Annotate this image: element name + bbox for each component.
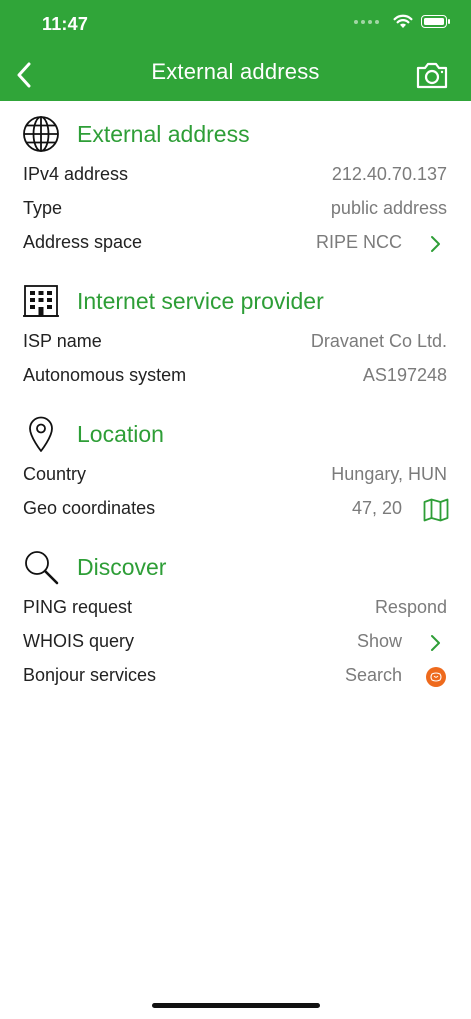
status-icons (354, 14, 450, 29)
row-value: AS197248 (362, 365, 447, 385)
row-type: Type public address (0, 192, 471, 226)
section-location: Location (0, 401, 471, 458)
details-list: External address IPv4 address 212.40.70.… (0, 101, 471, 693)
row-value: public address (330, 198, 447, 218)
row-bonjour-services[interactable]: Bonjour services Search (0, 659, 471, 693)
wifi-icon (393, 14, 413, 28)
building-icon (22, 282, 60, 320)
row-label: Type (23, 198, 63, 218)
row-address-space[interactable]: Address space RIPE NCC (0, 226, 471, 260)
row-value: Search (344, 665, 402, 685)
camera-icon (416, 62, 448, 89)
row-label: IPv4 address (23, 164, 129, 184)
bonjour-icon[interactable] (423, 664, 449, 690)
row-autonomous-system: Autonomous system AS197248 (0, 359, 471, 393)
battery-icon (421, 15, 450, 28)
chevron-right-icon (423, 630, 449, 656)
status-time: 11:47 (42, 14, 89, 34)
row-value: RIPE NCC (315, 232, 402, 252)
map-pin-icon (22, 415, 60, 453)
section-internet-service-provider: Internet service provider (0, 268, 471, 325)
globe-icon (22, 115, 60, 153)
section-title: External address (77, 121, 250, 147)
row-geo-coordinates[interactable]: Geo coordinates 47, 20 (0, 492, 471, 526)
camera-button[interactable] (415, 60, 449, 90)
chevron-right-icon (423, 231, 449, 257)
home-indicator[interactable] (152, 1003, 320, 1008)
navigation-bar: 11:47 External address (0, 0, 471, 101)
section-discover: Discover (0, 534, 471, 591)
section-title: Discover (77, 554, 167, 580)
row-label: Country (23, 464, 87, 484)
row-ping-request: PING request Respond (0, 591, 471, 625)
row-ipv4-address: IPv4 address 212.40.70.137 (0, 158, 471, 192)
row-label: Address space (23, 232, 143, 252)
row-label: ISP name (23, 331, 102, 351)
magnifier-icon (22, 548, 60, 586)
section-title: Internet service provider (77, 288, 324, 314)
cellular-signal-icon (354, 19, 379, 24)
page-title: External address (151, 59, 320, 84)
row-isp-name: ISP name Dravanet Co Ltd. (0, 325, 471, 359)
row-label: PING request (23, 597, 133, 617)
row-value: Respond (374, 597, 447, 617)
section-title: Location (77, 421, 164, 447)
row-label: WHOIS query (23, 631, 135, 651)
row-value: Show (356, 631, 402, 651)
row-value: 212.40.70.137 (331, 164, 447, 184)
row-label: Bonjour services (23, 665, 157, 685)
row-whois-query[interactable]: WHOIS query Show (0, 625, 471, 659)
map-icon[interactable] (423, 497, 449, 523)
row-value: Dravanet Co Ltd. (310, 331, 447, 351)
row-value: 47, 20 (351, 498, 402, 518)
row-value: Hungary, HUN (331, 464, 447, 484)
row-label: Geo coordinates (23, 498, 156, 518)
row-country: Country Hungary, HUN (0, 458, 471, 492)
row-label: Autonomous system (23, 365, 187, 385)
section-external-address: External address (0, 101, 471, 158)
